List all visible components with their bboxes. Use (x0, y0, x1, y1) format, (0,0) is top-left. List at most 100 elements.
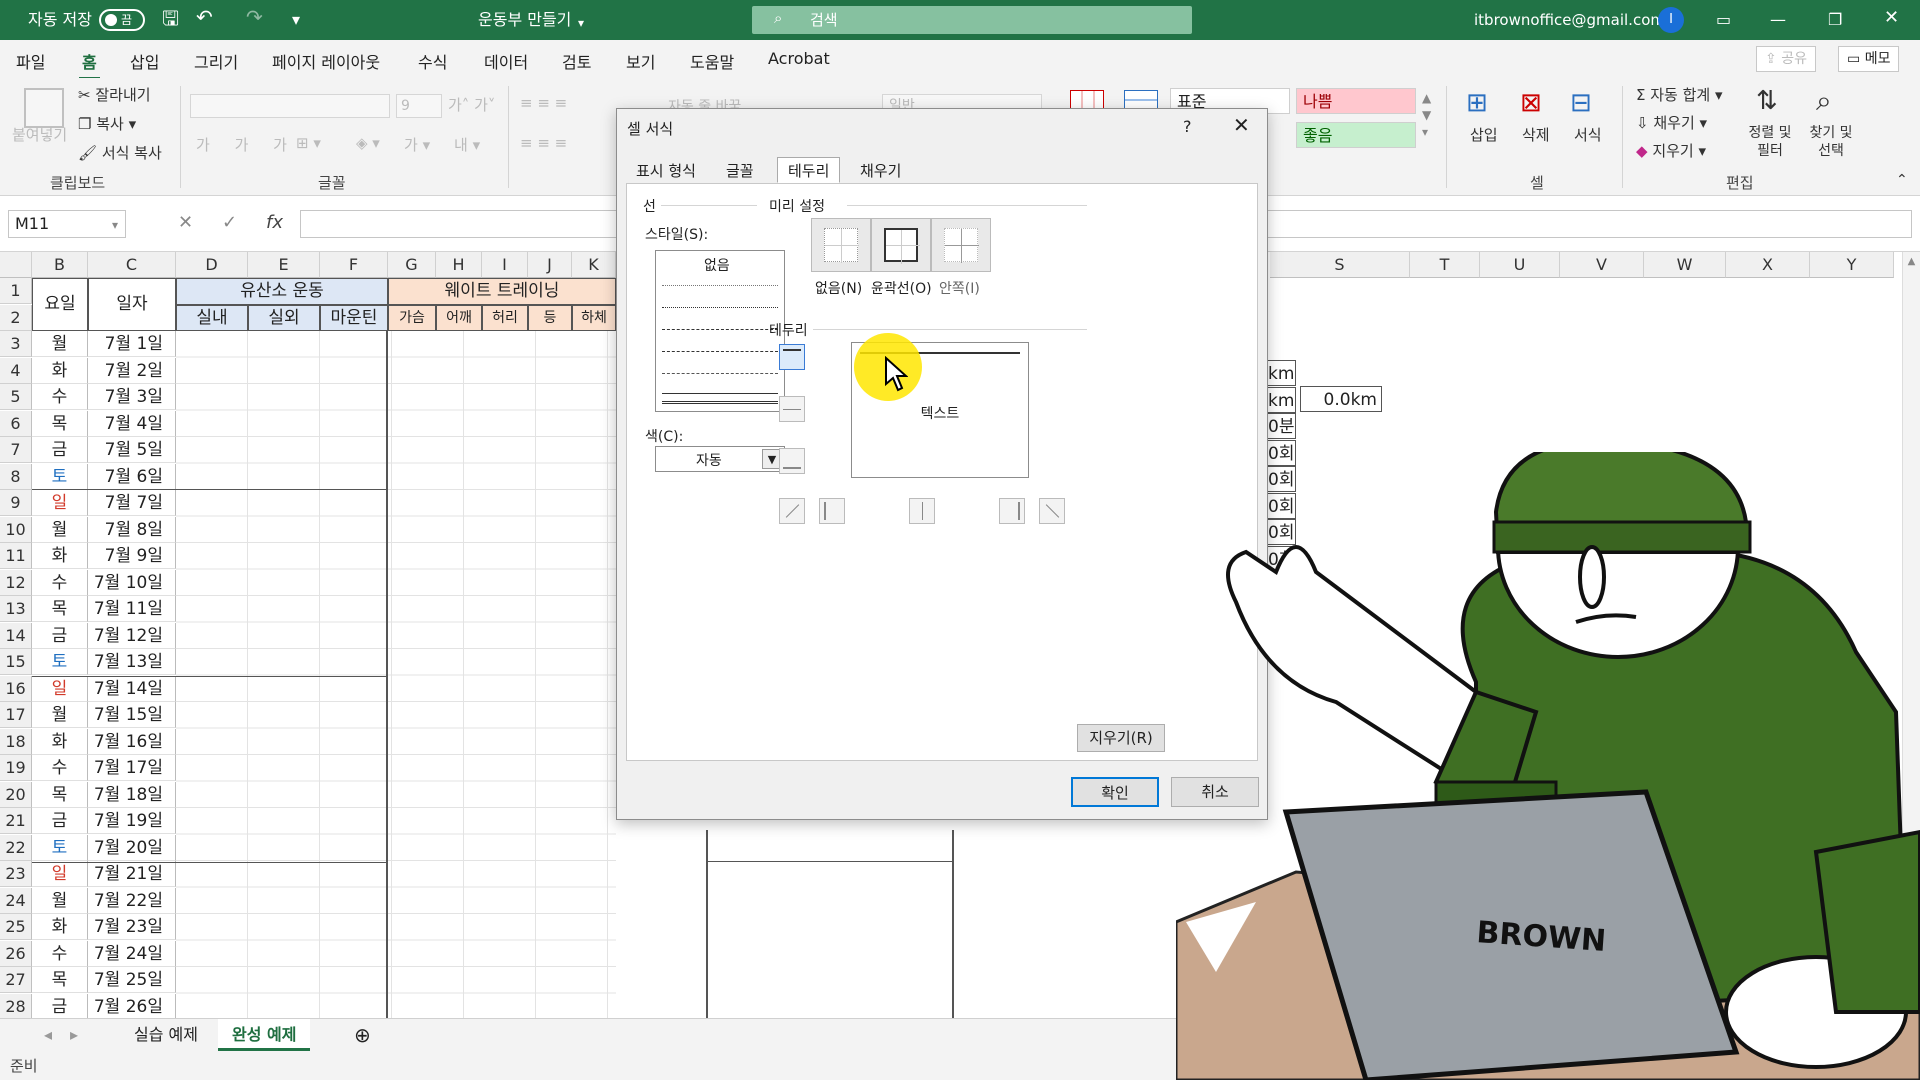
day-cell[interactable]: 토 (32, 649, 88, 675)
row-header[interactable]: 14 (0, 622, 32, 649)
day-cell[interactable]: 월 (32, 516, 88, 543)
align-left-icons[interactable]: ≡ ≡ ≡ (520, 134, 567, 152)
day-cell[interactable]: 목 (32, 781, 88, 808)
row-header[interactable]: 6 (0, 410, 32, 437)
row-header[interactable]: 26 (0, 940, 32, 967)
search-box[interactable]: ⌕ 검색 (752, 6, 1192, 34)
preset-inside-button[interactable] (931, 218, 991, 272)
menu-insert[interactable]: 삽입 (130, 49, 159, 73)
tab-number-format[interactable]: 표시 형식 (625, 157, 707, 183)
day-cell[interactable]: 화 (32, 357, 88, 384)
day-cell[interactable]: 금 (32, 437, 88, 463)
day-cell[interactable]: 수 (32, 940, 88, 967)
style-good[interactable]: 좋음 (1296, 122, 1416, 148)
avatar[interactable]: I (1658, 7, 1684, 33)
paste-label[interactable]: 붙여넣기 (12, 124, 67, 145)
row-header[interactable]: 2 (0, 304, 32, 331)
border-top-button[interactable] (779, 344, 805, 370)
column-header[interactable]: F (320, 252, 388, 278)
date-cell[interactable]: 7월 20일 (88, 834, 176, 861)
date-cell[interactable]: 7월 16일 (88, 728, 176, 755)
row-header[interactable]: 28 (0, 993, 32, 1020)
clear-borders-button[interactable]: 지우기(R) (1077, 724, 1165, 752)
date-cell[interactable]: 7월 19일 (88, 808, 176, 834)
row-header[interactable]: 17 (0, 702, 32, 728)
menu-draw[interactable]: 그리기 (194, 49, 238, 73)
border-diag-down-button[interactable] (1039, 498, 1065, 524)
date-cell[interactable]: 7월 23일 (88, 914, 176, 940)
date-cell[interactable]: 7월 22일 (88, 887, 176, 914)
close-icon[interactable]: ✕ (1884, 7, 1899, 29)
delete-cells-icon[interactable]: ⊠ (1520, 88, 1542, 118)
row-header[interactable]: 20 (0, 781, 32, 808)
styles-scroll-icons[interactable]: ▲ ▼ ▾ (1422, 90, 1431, 141)
row-header[interactable]: 7 (0, 437, 32, 463)
row-header[interactable]: 12 (0, 569, 32, 596)
insert-cells-icon[interactable]: ⊞ (1466, 88, 1488, 118)
row-header[interactable]: 9 (0, 490, 32, 516)
column-header[interactable]: J (528, 252, 572, 278)
column-header[interactable]: S (1270, 252, 1410, 278)
sort-filter-label[interactable]: 정렬 및 필터 (1748, 124, 1792, 160)
column-header[interactable]: X (1726, 252, 1810, 278)
redo-icon[interactable]: ↷ (246, 6, 263, 28)
date-cell[interactable]: 7월 21일 (88, 861, 176, 887)
header-indoor[interactable]: 실내 (176, 305, 248, 331)
date-cell[interactable]: 7월 7일 (88, 490, 176, 516)
row-header[interactable]: 22 (0, 834, 32, 861)
row-header[interactable]: 16 (0, 675, 32, 702)
column-header[interactable]: V (1560, 252, 1644, 278)
column-header[interactable]: E (248, 252, 320, 278)
doc-title-chevron-icon[interactable]: ▾ (578, 12, 584, 34)
phonetic-icon[interactable]: 내 ▾ (454, 134, 480, 155)
menu-home[interactable]: 홈 (79, 49, 100, 80)
row-header[interactable]: 5 (0, 384, 32, 410)
paste-icon[interactable] (24, 88, 64, 128)
menu-page-layout[interactable]: 페이지 레이아웃 (272, 49, 380, 73)
confirm-entry-icon[interactable]: ✓ (222, 212, 237, 233)
day-cell[interactable]: 월 (32, 887, 88, 914)
format-painter-button[interactable]: 🖌 서식 복사 (78, 142, 162, 163)
menu-file[interactable]: 파일 (16, 49, 45, 73)
restore-icon[interactable]: ❐ (1828, 9, 1842, 31)
fill-button[interactable]: ⇩ 채우기 ▾ (1636, 112, 1707, 133)
menu-view[interactable]: 보기 (626, 49, 655, 73)
date-cell[interactable]: 7월 17일 (88, 755, 176, 781)
dialog-help-button[interactable]: ? (1183, 117, 1192, 136)
date-cell[interactable]: 7월 4일 (88, 410, 176, 437)
tab-font[interactable]: 글꼴 (715, 157, 765, 183)
row-header[interactable]: 3 (0, 331, 32, 357)
header-aerobic[interactable]: 유산소 운동 (176, 278, 388, 305)
qat-dropdown-icon[interactable]: ▾ (292, 9, 300, 31)
date-cell[interactable]: 7월 6일 (88, 463, 176, 490)
row-header[interactable]: 1 (0, 278, 32, 304)
border-diag-up-button[interactable] (779, 498, 805, 524)
dialog-close-icon[interactable]: ✕ (1233, 113, 1250, 137)
clear-button[interactable]: ◆ 지우기 ▾ (1636, 140, 1706, 161)
day-cell[interactable]: 토 (32, 463, 88, 490)
day-cell[interactable]: 일 (32, 861, 88, 887)
header-date[interactable]: 일자 (88, 278, 176, 331)
share-button[interactable]: ⇪ 공유 (1756, 46, 1816, 72)
insert-cells-label[interactable]: 삽입 (1470, 124, 1498, 145)
row-header[interactable]: 11 (0, 543, 32, 569)
day-cell[interactable]: 목 (32, 596, 88, 622)
date-cell[interactable]: 7월 14일 (88, 675, 176, 702)
minimize-icon[interactable]: — (1770, 9, 1786, 31)
day-cell[interactable]: 월 (32, 331, 88, 357)
day-cell[interactable]: 토 (32, 834, 88, 861)
style-bad[interactable]: 나쁨 (1296, 88, 1416, 114)
column-header[interactable]: D (176, 252, 248, 278)
column-header[interactable]: U (1480, 252, 1560, 278)
day-cell[interactable]: 금 (32, 808, 88, 834)
date-cell[interactable]: 7월 25일 (88, 967, 176, 993)
column-header[interactable]: B (32, 252, 88, 278)
day-cell[interactable]: 수 (32, 755, 88, 781)
header-chest[interactable]: 가슴 (388, 305, 436, 331)
date-cell[interactable]: 7월 8일 (88, 516, 176, 543)
row-header[interactable]: 10 (0, 516, 32, 543)
font-name-combo[interactable] (190, 94, 390, 118)
summary-cell[interactable]: 0분 (1268, 413, 1296, 439)
cut-button[interactable]: ✂ 잘라내기 (78, 84, 151, 105)
date-cell[interactable]: 7월 26일 (88, 993, 176, 1020)
